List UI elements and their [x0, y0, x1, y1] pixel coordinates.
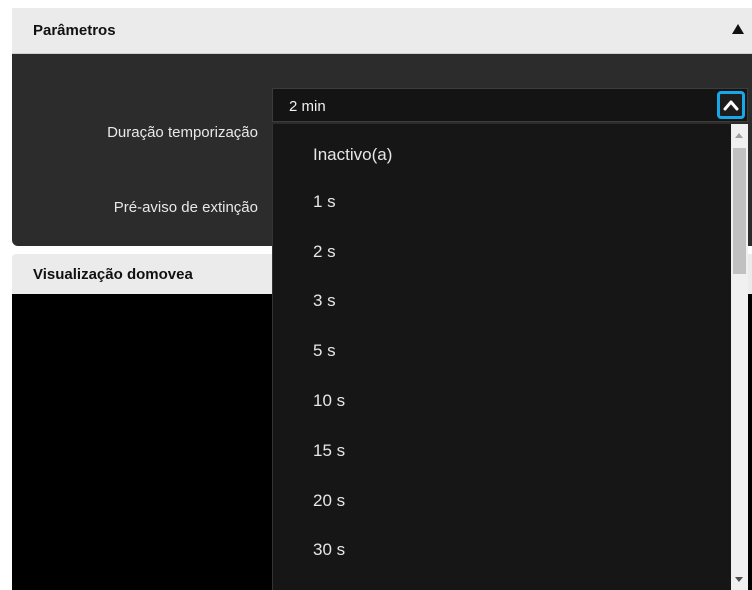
duration-label: Duração temporização [107, 124, 258, 141]
option-item[interactable]: 2 s [313, 242, 336, 262]
scroll-up-arrow-icon[interactable] [735, 133, 743, 138]
chevron-up-icon [723, 100, 739, 111]
option-item[interactable]: 1 s [313, 192, 336, 212]
duration-select-value: 2 min [289, 98, 326, 115]
option-item[interactable]: 20 s [313, 491, 345, 511]
option-item[interactable]: 15 s [313, 441, 345, 461]
dropdown-scrollbar[interactable] [731, 124, 748, 590]
option-item[interactable]: 5 s [313, 341, 336, 361]
option-item[interactable]: 3 s [313, 291, 336, 311]
select-toggle-button[interactable] [717, 91, 745, 119]
visualizacao-panel-title: Visualização domovea [33, 266, 193, 283]
settings-screen: Parâmetros Duração temporização Pré-avis… [0, 0, 752, 590]
duration-select[interactable]: 2 min [272, 88, 748, 122]
scroll-down-arrow-icon[interactable] [735, 577, 743, 582]
collapse-triangle-icon[interactable] [732, 24, 744, 34]
parametros-panel-header[interactable]: Parâmetros [12, 8, 752, 54]
scrollbar-thumb[interactable] [733, 148, 746, 274]
parametros-panel-title: Parâmetros [33, 22, 116, 39]
option-item[interactable]: 10 s [313, 391, 345, 411]
duration-options-list[interactable]: Inactivo(a) 1 s 2 s 3 s 5 s 10 s 15 s 20… [272, 124, 748, 590]
option-item[interactable]: Inactivo(a) [313, 145, 392, 165]
option-item[interactable]: 30 s [313, 540, 345, 560]
pre-warning-label: Pré-aviso de extinção [113, 199, 258, 216]
